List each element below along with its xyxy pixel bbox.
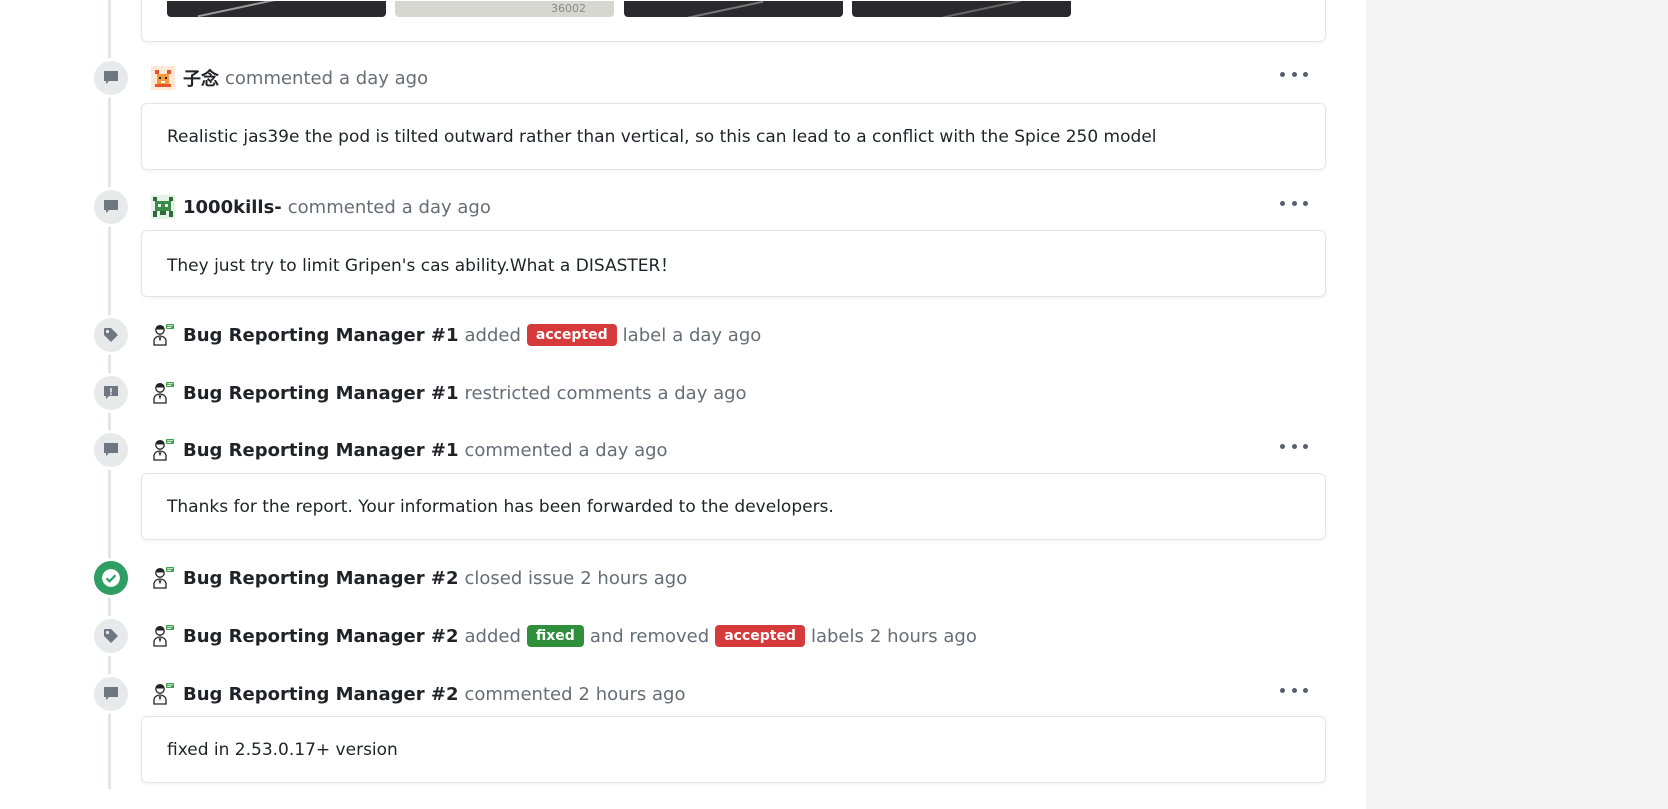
- event-suffix: labels: [810, 625, 864, 647]
- tag-icon: [91, 616, 131, 656]
- author-name[interactable]: Bug Reporting Manager #2: [183, 626, 458, 647]
- event-action: restricted comments: [464, 382, 652, 404]
- more-options-button[interactable]: [1280, 64, 1308, 84]
- event-action: added: [464, 625, 521, 647]
- thumbnail-text: 36002: [551, 2, 586, 15]
- comment-icon: [91, 187, 131, 227]
- attachment-thumbnail[interactable]: [852, 1, 1071, 17]
- more-options-button[interactable]: [1280, 436, 1308, 456]
- event-action: commented: [225, 67, 334, 89]
- more-options-button[interactable]: [1280, 680, 1308, 700]
- event-time[interactable]: 2 hours ago: [870, 626, 977, 647]
- label-fixed[interactable]: fixed: [526, 625, 584, 647]
- manager-avatar[interactable]: [151, 624, 175, 648]
- event-suffix: label: [622, 324, 667, 346]
- event-time[interactable]: 2 hours ago: [579, 684, 686, 705]
- tag-icon: [91, 315, 131, 355]
- author-name[interactable]: Bug Reporting Manager #1: [183, 325, 458, 346]
- event-header: Bug Reporting Manager #2 closed issue 2 …: [151, 566, 693, 590]
- alert-comment-icon: [91, 373, 131, 413]
- more-options-button[interactable]: [1280, 193, 1308, 213]
- event-action: commented: [464, 439, 573, 461]
- author-name[interactable]: 子念: [183, 65, 219, 91]
- timeline-event: Bug Reporting Manager #2 commented 2 hou…: [0, 674, 1366, 714]
- timeline-event: Bug Reporting Manager #2 added fixed and…: [0, 616, 1366, 656]
- comment-text: Realistic jas39e the pod is tilted outwa…: [167, 126, 1157, 147]
- timeline-event: Bug Reporting Manager #1 restricted comm…: [0, 373, 1366, 413]
- avatar[interactable]: [151, 66, 175, 90]
- comment-body: Realistic jas39e the pod is tilted outwa…: [141, 103, 1326, 170]
- author-name[interactable]: Bug Reporting Manager #1: [183, 383, 458, 404]
- author-name[interactable]: 1000kills-: [183, 197, 282, 218]
- event-time[interactable]: a day ago: [672, 325, 761, 346]
- event-middle: and removed: [589, 625, 710, 647]
- comment-body: Thanks for the report. Your information …: [141, 473, 1326, 540]
- event-header: Bug Reporting Manager #2 added fixed and…: [151, 624, 983, 648]
- event-action: commented: [287, 196, 396, 218]
- timeline-event: Bug Reporting Manager #1 commented a day…: [0, 430, 1366, 470]
- timeline-event: Bug Reporting Manager #2 closed issue 2 …: [0, 558, 1366, 598]
- event-time[interactable]: a day ago: [579, 440, 668, 461]
- comment-text: Thanks for the report. Your information …: [167, 496, 834, 517]
- label-accepted[interactable]: accepted: [715, 625, 805, 647]
- author-name[interactable]: Bug Reporting Manager #2: [183, 684, 458, 705]
- event-action: added: [464, 324, 521, 346]
- event-action: commented: [464, 683, 573, 705]
- event-header: Bug Reporting Manager #2 commented 2 hou…: [151, 682, 692, 706]
- event-header: 子念 commented a day ago: [151, 66, 434, 90]
- comment-text: fixed in 2.53.0.17+ version: [167, 739, 398, 760]
- author-name[interactable]: Bug Reporting Manager #1: [183, 440, 458, 461]
- avatar[interactable]: [151, 195, 175, 219]
- attachment-card: 36002: [141, 0, 1326, 42]
- event-header: Bug Reporting Manager #1 commented a day…: [151, 438, 674, 462]
- timeline-event: 1000kills- commented a day ago: [0, 187, 1366, 227]
- attachment-thumbnail[interactable]: [624, 1, 843, 17]
- check-circle-icon: [91, 558, 131, 598]
- event-header: Bug Reporting Manager #1 restricted comm…: [151, 381, 753, 405]
- right-side-panel: [1366, 0, 1668, 809]
- label-accepted[interactable]: accepted: [526, 324, 617, 346]
- manager-avatar[interactable]: [151, 381, 175, 405]
- event-header: Bug Reporting Manager #1 added accepted …: [151, 323, 767, 347]
- comment-icon: [91, 430, 131, 470]
- comment-body: They just try to limit Gripen's cas abil…: [141, 230, 1326, 297]
- timeline-event: Bug Reporting Manager #1 added accepted …: [0, 315, 1366, 355]
- event-time[interactable]: a day ago: [657, 383, 746, 404]
- event-time[interactable]: a day ago: [339, 68, 428, 89]
- event-action: closed issue: [464, 567, 575, 589]
- manager-avatar[interactable]: [151, 438, 175, 462]
- manager-avatar[interactable]: [151, 323, 175, 347]
- comment-body: fixed in 2.53.0.17+ version: [141, 716, 1326, 783]
- comment-icon: [91, 674, 131, 714]
- event-time[interactable]: 2 hours ago: [580, 568, 687, 589]
- manager-avatar[interactable]: [151, 682, 175, 706]
- attachment-thumbnail[interactable]: 36002: [395, 1, 614, 17]
- comment-icon: [91, 58, 131, 98]
- attachment-thumbnail[interactable]: [167, 1, 386, 17]
- event-time[interactable]: a day ago: [402, 197, 491, 218]
- manager-avatar[interactable]: [151, 566, 175, 590]
- author-name[interactable]: Bug Reporting Manager #2: [183, 568, 458, 589]
- event-header: 1000kills- commented a day ago: [151, 195, 497, 219]
- timeline-event: 子念 commented a day ago: [0, 58, 1366, 98]
- comment-text: They just try to limit Gripen's cas abil…: [167, 256, 678, 276]
